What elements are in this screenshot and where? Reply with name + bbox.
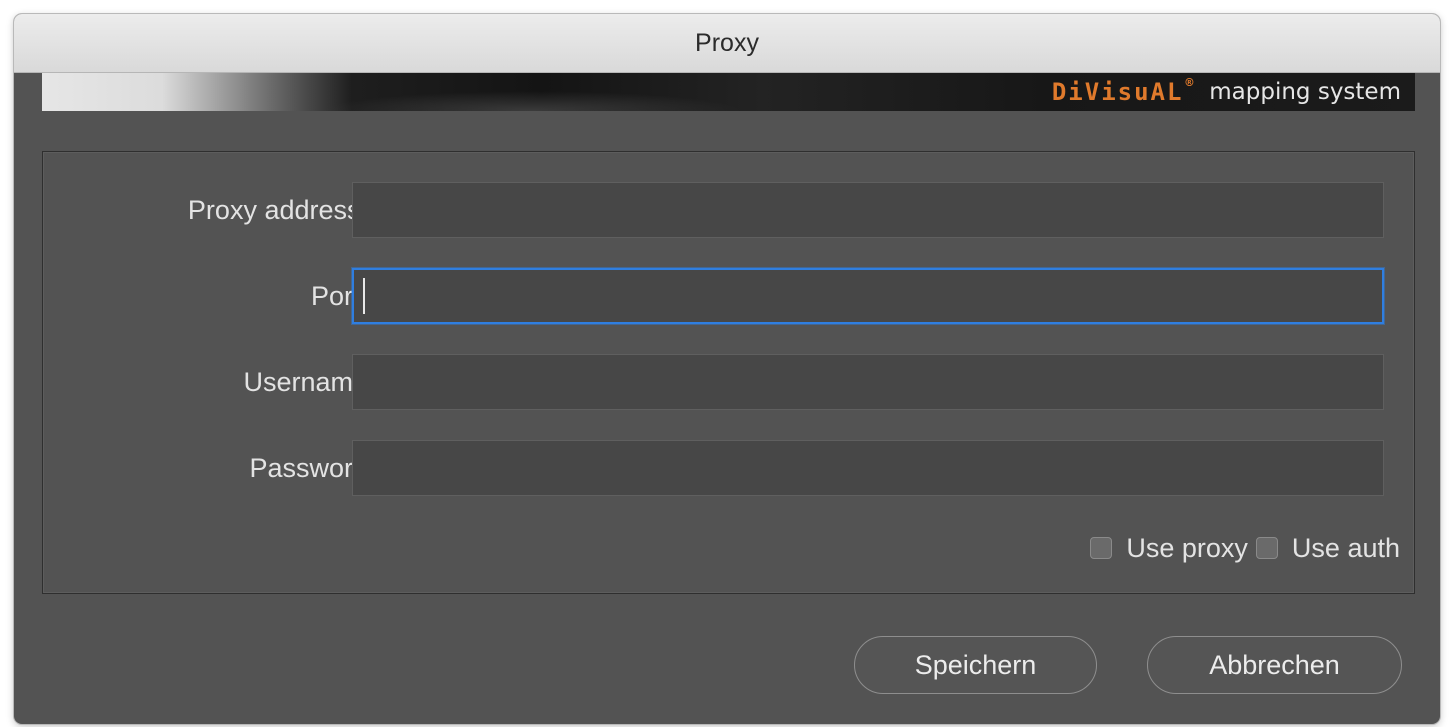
options-row: Use proxy Use auth: [1082, 528, 1400, 568]
brand-banner: DiVisuAL ® mapping system: [42, 73, 1415, 111]
proxy-address-row: Proxy address:: [43, 180, 1414, 240]
username-label: Username: [243, 367, 368, 397]
brand-subtitle: mapping system: [1209, 79, 1401, 105]
window-title: Proxy: [695, 28, 759, 57]
text-caret: [363, 278, 365, 314]
use-proxy-label[interactable]: Use proxy: [1126, 533, 1248, 564]
brand-logo: DiVisuAL ® mapping system: [1052, 73, 1401, 111]
port-row: Port:: [43, 266, 1414, 326]
use-proxy-checkbox[interactable]: Use proxy: [1090, 533, 1248, 564]
proxy-settings-group: Proxy address: Port: Username Password U…: [42, 151, 1415, 594]
proxy-address-label: Proxy address:: [187, 195, 368, 225]
password-label: Password: [249, 453, 368, 483]
brand-name-text: DiVisuAL: [1051, 78, 1184, 106]
proxy-address-input[interactable]: [352, 182, 1384, 238]
proxy-dialog: Proxy DiVisuAL ® mapping system Proxy add…: [14, 14, 1440, 724]
use-auth-checkbox[interactable]: Use auth: [1255, 533, 1400, 564]
title-bar[interactable]: Proxy: [14, 14, 1440, 73]
brand-name: DiVisuAL ®: [1051, 76, 1196, 106]
save-button[interactable]: Speichern: [854, 636, 1097, 694]
username-row: Username: [43, 352, 1414, 412]
password-row: Password: [43, 438, 1414, 498]
use-auth-checkbox-box[interactable]: [1255, 537, 1278, 559]
banner-swirl-decoration: [322, 91, 742, 111]
password-input[interactable]: [352, 440, 1384, 496]
use-proxy-checkbox-box[interactable]: [1090, 537, 1113, 559]
cancel-button[interactable]: Abbrechen: [1147, 636, 1402, 694]
port-input[interactable]: [352, 268, 1384, 324]
registered-mark: ®: [1185, 76, 1196, 91]
username-input[interactable]: [352, 354, 1384, 410]
use-auth-label[interactable]: Use auth: [1292, 533, 1400, 564]
